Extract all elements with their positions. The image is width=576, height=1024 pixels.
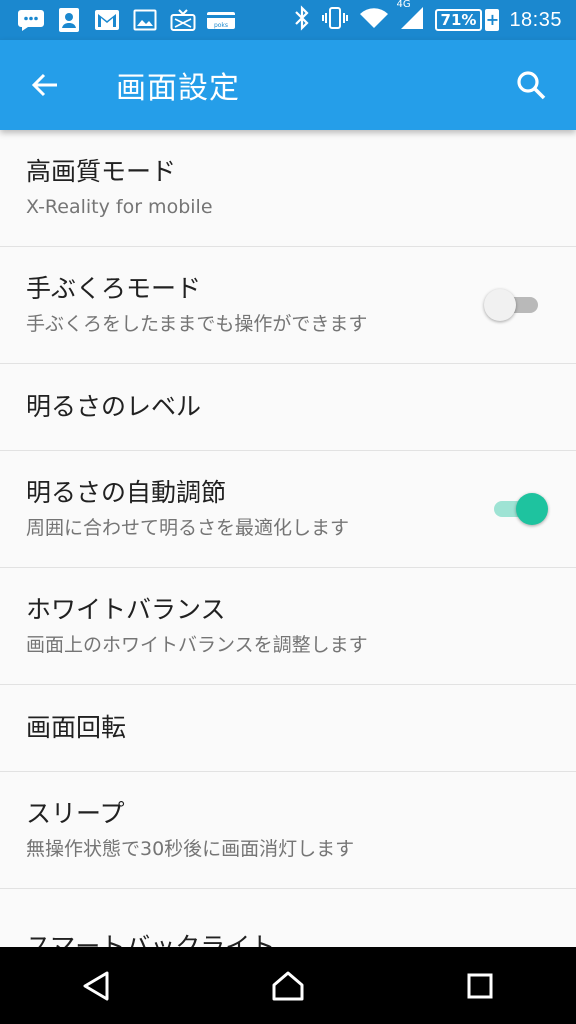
setting-glove-mode[interactable]: 手ぶくろモード 手ぶくろをしたままでも操作ができます	[0, 247, 576, 364]
glove-mode-toggle[interactable]	[484, 285, 542, 325]
tv-icon	[166, 6, 200, 34]
search-icon	[517, 71, 546, 100]
app-bar: 画面設定	[0, 40, 576, 130]
battery-percent: 71%	[434, 9, 483, 31]
recents-icon	[467, 973, 493, 998]
cellular-signal-icon: 4G	[397, 0, 425, 35]
setting-subtitle: 画面上のホワイトバランスを調整します	[26, 634, 368, 656]
auto-brightness-toggle[interactable]	[490, 489, 548, 529]
network-type-label: 4G	[396, 0, 411, 10]
back-button[interactable]	[0, 40, 90, 130]
setting-title: スリープ	[26, 799, 125, 828]
wifi-icon	[359, 6, 389, 34]
battery-indicator: 71% +	[434, 9, 500, 31]
message-icon	[14, 6, 48, 34]
page-title: 画面設定	[116, 71, 240, 106]
home-icon	[272, 971, 304, 1000]
setting-title: スマートバックライト	[26, 932, 276, 947]
setting-sleep[interactable]: スリープ 無操作状態で30秒後に画面消灯します	[0, 772, 576, 889]
setting-subtitle: X-Reality for mobile	[26, 196, 213, 218]
bluetooth-icon	[293, 5, 311, 35]
setting-auto-brightness[interactable]: 明るさの自動調節 周囲に合わせて明るさを最適化します	[0, 451, 576, 568]
triangle-back-icon	[83, 971, 109, 1000]
setting-screen-rotation[interactable]: 画面回転	[0, 685, 576, 772]
setting-title: ホワイトバランス	[26, 595, 226, 624]
charging-icon: +	[485, 9, 500, 31]
nav-recents-button[interactable]	[440, 947, 520, 1024]
setting-subtitle: 無操作状態で30秒後に画面消灯します	[26, 838, 355, 860]
search-button[interactable]	[486, 40, 576, 130]
setting-title: 明るさのレベル	[26, 392, 202, 421]
points-label: poks	[214, 22, 228, 29]
navigation-bar	[0, 947, 576, 1024]
gallery-icon	[128, 6, 162, 34]
vibrate-icon	[321, 6, 349, 34]
arrow-back-icon	[31, 73, 57, 97]
setting-high-quality-mode[interactable]: 高画質モード X-Reality for mobile	[0, 130, 576, 247]
setting-title: 画面回転	[26, 713, 127, 742]
points-icon: poks	[204, 6, 238, 34]
nav-back-button[interactable]	[56, 947, 136, 1024]
toggle-thumb	[516, 493, 548, 525]
nav-home-button[interactable]	[248, 947, 328, 1024]
settings-list: 高画質モード X-Reality for mobile 手ぶくろモード 手ぶくろ…	[0, 130, 576, 947]
setting-title: 高画質モード	[26, 157, 177, 186]
setting-brightness-level[interactable]: 明るさのレベル	[0, 364, 576, 451]
setting-smart-backlight[interactable]: スマートバックライト	[0, 889, 576, 947]
clock: 18:35	[509, 8, 562, 31]
toggle-thumb	[484, 289, 516, 321]
setting-white-balance[interactable]: ホワイトバランス 画面上のホワイトバランスを調整します	[0, 568, 576, 685]
gmail-icon	[90, 6, 124, 34]
contact-icon	[52, 6, 86, 34]
status-bar: poks 4G 71% + 18:35	[0, 0, 576, 40]
